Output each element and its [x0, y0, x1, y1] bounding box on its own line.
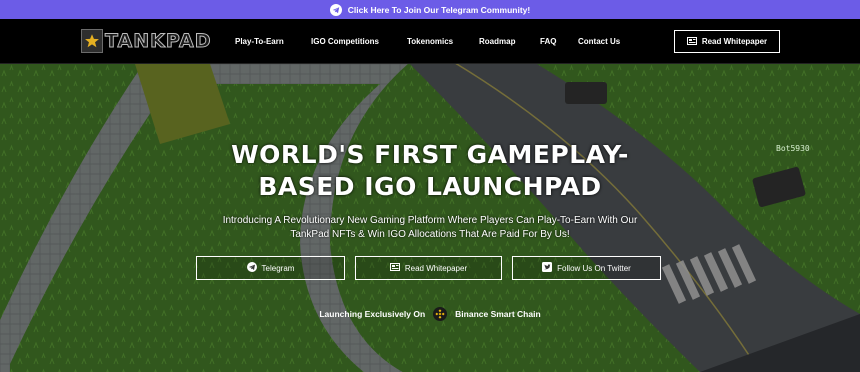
read-whitepaper-nav-label: Read Whitepaper [701, 37, 768, 46]
binance-icon [433, 307, 448, 321]
telegram-community-banner[interactable]: Click Here To Join Our Telegram Communit… [0, 0, 860, 19]
newspaper-icon [686, 36, 697, 47]
hero-subtitle-line-1: Introducing A Revolutionary New Gaming P… [222, 215, 638, 226]
hero-subtitle-line-2: TankPad NFTs & Win IGO Allocations That … [290, 229, 570, 240]
telegram-icon [246, 262, 257, 274]
nav-item-roadmap[interactable]: Roadmap [479, 19, 515, 64]
follow-twitter-button[interactable]: Follow Us On Twitter [512, 256, 661, 280]
nav-item-contact-us[interactable]: Contact Us [578, 19, 620, 64]
nav-item-faq[interactable]: FAQ [540, 19, 556, 64]
hero-section: Bot5930 WORLD'S FIRST GAMEPLAY- BASED IG… [0, 64, 860, 372]
launch-prefix: Launching Exclusively On [319, 309, 426, 319]
chain-name: Binance Smart Chain [455, 309, 541, 319]
twitter-icon [542, 262, 553, 274]
nav-item-igo-competitions[interactable]: IGO Competitions [311, 19, 379, 64]
read-whitepaper-button-label: Read Whitepaper [404, 263, 468, 273]
telegram-button-label: Telegram [261, 263, 295, 273]
main-nav: TANKPAD Play-To-Earn IGO Competitions To… [0, 19, 860, 64]
read-whitepaper-nav-button[interactable]: Read Whitepaper [674, 30, 780, 53]
hero-headline-line-2: BASED IGO LAUNCHPAD [258, 172, 602, 201]
banner-text: Click Here To Join Our Telegram Communit… [347, 4, 531, 15]
telegram-icon [329, 3, 342, 16]
nav-item-play-to-earn[interactable]: Play-To-Earn [235, 19, 284, 64]
read-whitepaper-button[interactable]: Read Whitepaper [355, 256, 502, 280]
telegram-button[interactable]: Telegram [196, 256, 345, 280]
follow-twitter-button-label: Follow Us On Twitter [557, 263, 631, 273]
newspaper-icon [389, 263, 400, 273]
launch-info: Launching Exclusively On Binance Smart C… [0, 307, 860, 321]
nav-item-tokenomics[interactable]: Tokenomics [407, 19, 453, 64]
hero-headline-line-1: WORLD'S FIRST GAMEPLAY- [231, 140, 629, 169]
